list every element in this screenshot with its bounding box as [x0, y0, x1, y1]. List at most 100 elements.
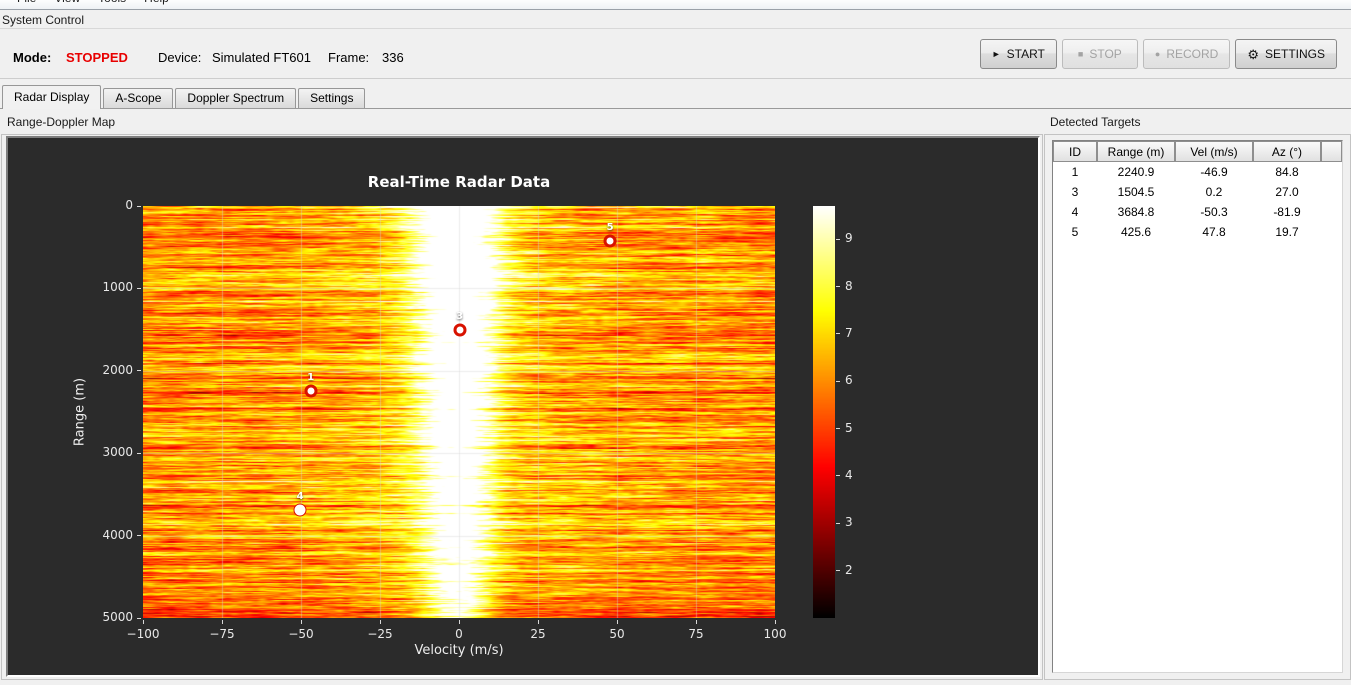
range-doppler-map-label: Range-Doppler Map — [7, 115, 116, 129]
system-control-group: System Control Mode: STOPPED Device: Sim… — [0, 10, 1351, 80]
system-control-title: System Control — [2, 13, 85, 27]
colorbar-canvas — [813, 206, 835, 618]
tick-mark — [221, 620, 223, 624]
table-cell[interactable]: 84.8 — [1253, 162, 1321, 182]
stop-icon: ■ — [1077, 49, 1084, 59]
menu-bar-items: FileViewToolsHelp — [0, 0, 1351, 9]
column-header-vel-m-s[interactable]: Vel (m/s) — [1175, 141, 1253, 162]
target-marker-3 — [453, 323, 467, 337]
range-doppler-map-frame: Real-Time Radar Data Velocity (m/s) Rang… — [1, 134, 1043, 680]
table-row[interactable]: 5 425.6 47.8 19.7 — [1053, 222, 1342, 242]
tick-mark — [836, 333, 840, 335]
radar-application-window: FileViewToolsHelp System Control Mode: S… — [0, 0, 1351, 685]
mode-label: Mode: — [13, 50, 52, 65]
table-row[interactable]: 1 2240.9 -46.9 84.8 — [1053, 162, 1342, 182]
y-tick-label: 5000 — [102, 610, 133, 624]
tick-mark — [458, 620, 460, 624]
detected-targets-table-frame: ID Range (m) Vel (m/s) Az (°) 1 2240.9 -46.9 8… — [1052, 140, 1343, 673]
tab-doppler-spectrum[interactable]: Doppler Spectrum — [175, 88, 297, 108]
x-tick-label: −25 — [367, 627, 393, 641]
column-header-range-m[interactable]: Range (m) — [1097, 141, 1175, 162]
tick-mark — [836, 475, 840, 477]
record-icon: ● — [1154, 49, 1161, 59]
table-cell[interactable]: 0.2 — [1175, 182, 1253, 202]
target-marker-label: 4 — [296, 490, 304, 502]
device-label: Device: — [158, 50, 202, 65]
tick-mark — [137, 535, 141, 537]
frame-value: 336 — [382, 50, 404, 65]
table-cell[interactable]: 1 — [1053, 162, 1097, 182]
table-cell[interactable]: 4 — [1053, 202, 1097, 222]
control-button-row: ► START ■ STOP ● RECORD ⚙ SETTINGS — [975, 39, 1337, 69]
table-cell-filler — [1321, 162, 1342, 182]
radar-display-pane: Range-Doppler Map Real-Time Radar Data V… — [0, 108, 1351, 685]
x-tick-label: 50 — [609, 627, 625, 641]
gear-icon: ⚙ — [1247, 46, 1259, 62]
table-cell[interactable]: 27.0 — [1253, 182, 1321, 202]
target-marker-label: 5 — [606, 222, 614, 234]
table-cell[interactable]: -46.9 — [1175, 162, 1253, 182]
tick-mark — [300, 620, 302, 624]
colorbar-tick-label: 8 — [845, 278, 853, 293]
table-cell[interactable]: 1504.5 — [1097, 182, 1175, 202]
plot-title: Real-Time Radar Data — [367, 173, 551, 191]
colorbar-tick-label: 9 — [845, 231, 853, 246]
radar-heatmap-canvas — [143, 206, 775, 618]
settings-button[interactable]: ⚙ SETTINGS — [1235, 39, 1337, 69]
colorbar-tick-label: 7 — [845, 325, 853, 340]
menu-bar: FileViewToolsHelp — [0, 0, 1351, 10]
menu-file[interactable]: File — [8, 0, 45, 9]
x-tick-label: 75 — [688, 627, 704, 641]
start-button-label: START — [1006, 47, 1045, 61]
table-cell[interactable]: 47.8 — [1175, 222, 1253, 242]
target-marker-label: 3 — [456, 310, 464, 322]
column-header-az[interactable]: Az (°) — [1253, 141, 1321, 162]
x-tick-label: 0 — [455, 627, 463, 641]
tick-mark — [836, 238, 840, 240]
stop-button-label: STOP — [1089, 47, 1122, 61]
table-cell[interactable]: 5 — [1053, 222, 1097, 242]
tick-mark — [537, 620, 539, 624]
table-cell[interactable]: 2240.9 — [1097, 162, 1175, 182]
colorbar-tick-label: 2 — [845, 562, 853, 577]
tick-mark — [137, 287, 141, 289]
x-tick-label: −75 — [209, 627, 235, 641]
tick-mark — [774, 620, 776, 624]
table-cell-filler — [1321, 202, 1342, 222]
menu-view[interactable]: View — [45, 0, 89, 9]
tick-mark — [137, 370, 141, 372]
range-doppler-plot-panel: Real-Time Radar Data Velocity (m/s) Rang… — [6, 136, 1040, 677]
x-axis-label: Velocity (m/s) — [414, 643, 504, 658]
tab-a-scope[interactable]: A-Scope — [103, 88, 174, 108]
tick-mark — [137, 617, 141, 619]
detected-targets-frame: ID Range (m) Vel (m/s) Az (°) 1 2240.9 -46.9 8… — [1044, 134, 1351, 680]
table-cell[interactable]: 425.6 — [1097, 222, 1175, 242]
tab-settings[interactable]: Settings — [298, 88, 366, 108]
x-tick-label: −100 — [126, 627, 160, 641]
table-header-row: ID Range (m) Vel (m/s) Az (°) — [1053, 141, 1342, 162]
column-header-id[interactable]: ID — [1053, 141, 1097, 162]
table-cell[interactable]: 19.7 — [1253, 222, 1321, 242]
menu-help[interactable]: Help — [135, 0, 178, 9]
tick-mark — [379, 620, 381, 624]
tick-mark — [695, 620, 697, 624]
tab-radar-display[interactable]: Radar Display — [2, 85, 102, 109]
target-marker-label: 1 — [307, 371, 315, 383]
menu-tools[interactable]: Tools — [89, 0, 135, 9]
start-button[interactable]: ► START — [979, 39, 1057, 69]
record-button-label: RECORD — [1166, 47, 1219, 61]
table-cell-filler — [1321, 222, 1342, 242]
table-row[interactable]: 4 3684.8 -50.3 -81.9 — [1053, 202, 1342, 222]
y-tick-label: 0 — [125, 198, 133, 212]
target-marker-1 — [304, 384, 318, 398]
settings-button-label: SETTINGS — [1264, 47, 1325, 61]
table-cell[interactable]: 3 — [1053, 182, 1097, 202]
tick-mark — [836, 428, 840, 430]
table-cell[interactable]: 3684.8 — [1097, 202, 1175, 222]
table-row[interactable]: 3 1504.5 0.2 27.0 — [1053, 182, 1342, 202]
y-tick-label: 4000 — [102, 527, 133, 542]
table-cell[interactable]: -50.3 — [1175, 202, 1253, 222]
tick-mark — [137, 452, 141, 454]
x-tick-label: 25 — [530, 627, 546, 641]
table-cell[interactable]: -81.9 — [1253, 202, 1321, 222]
